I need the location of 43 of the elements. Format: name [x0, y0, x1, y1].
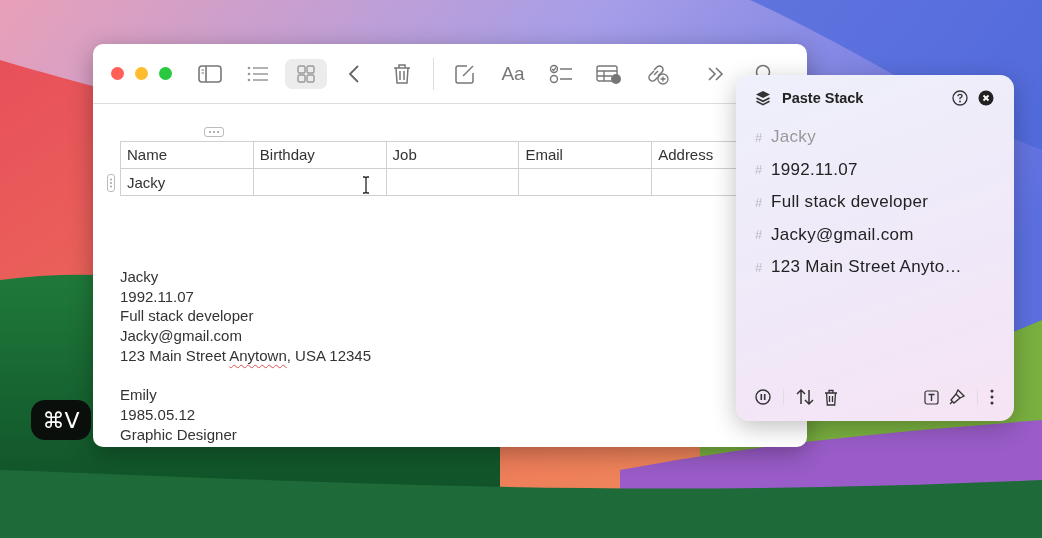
paste-stack-item[interactable]: # 123 Main Street Anyto…: [755, 251, 994, 284]
pause-icon[interactable]: [755, 389, 771, 405]
grid-icon: [297, 64, 315, 83]
list-icon: [247, 65, 269, 82]
trash-icon: [393, 62, 411, 85]
paste-stack-item[interactable]: # Full stack developer: [755, 186, 994, 219]
note-line: 123 Main Street Anytown, USA 12345: [120, 345, 371, 366]
note-line: 1985.05.12: [120, 404, 196, 425]
table-header-cell: Job: [386, 141, 519, 169]
keystroke-badge: ⌘V: [31, 400, 91, 440]
more-icon[interactable]: [990, 389, 994, 405]
panel-title: Paste Stack: [782, 90, 864, 106]
note-line: Graphic Designer: [120, 424, 237, 445]
sort-icon[interactable]: [796, 388, 814, 406]
paste-stack-item[interactable]: # Jacky@gmail.com: [755, 218, 994, 251]
text-format-icon[interactable]: [924, 389, 939, 405]
row-handle[interactable]: [107, 174, 115, 192]
note-line: Jacky@gmail.com: [120, 326, 242, 346]
table-header-cell: Name: [120, 141, 254, 169]
table-icon: [596, 63, 622, 84]
note-line: 1992.11.07: [120, 286, 194, 307]
table-header-cell: Email: [518, 141, 652, 169]
format-button[interactable]: Aa: [492, 58, 534, 89]
checklist-icon: [549, 63, 573, 84]
stack-icon: [755, 90, 771, 106]
text-cursor-icon: [362, 176, 370, 194]
delete-icon[interactable]: [824, 388, 838, 406]
close-icon[interactable]: [978, 90, 994, 106]
gallery-view-button[interactable]: [285, 58, 327, 89]
brush-icon[interactable]: [949, 389, 965, 405]
close-window-button[interactable]: [111, 67, 124, 80]
chevron-left-icon: [348, 63, 360, 84]
table-header-cell: Birthday: [253, 141, 387, 169]
note-line: Full stack developer: [120, 306, 254, 327]
note-line: Jacky: [120, 267, 159, 287]
column-handle[interactable]: [204, 127, 224, 137]
compose-icon: [455, 63, 475, 84]
help-icon[interactable]: [952, 90, 968, 106]
note-line: Emily: [120, 385, 157, 405]
table-cell: Jacky: [120, 168, 254, 196]
link-icon: [645, 62, 669, 85]
double-chevron-icon: [707, 65, 725, 82]
sidebar-icon: [198, 64, 222, 83]
